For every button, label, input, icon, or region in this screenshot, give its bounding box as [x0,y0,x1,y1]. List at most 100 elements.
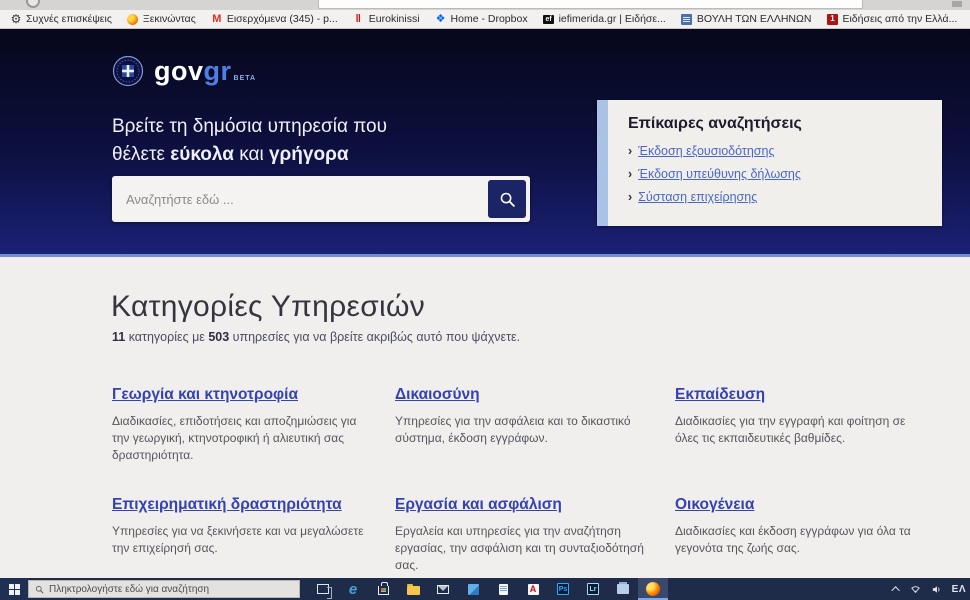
category-desc: Υπηρεσίες για την ασφάλεια και το δικαστ… [395,413,675,447]
photoshop-button[interactable]: Ps [548,578,578,600]
taskbar-search-placeholder: Πληκτρολογήστε εδώ για αναζήτηση [49,584,209,595]
link-company-formation[interactable]: Σύσταση επιχείρησης [638,190,757,204]
hero-search [112,176,530,222]
photos-icon [468,584,479,595]
lightroom-button[interactable]: Lr [578,578,608,600]
link-solemn-declaration[interactable]: Έκδοση υπεύθυνης δήλωσης [638,167,801,181]
chevron-right-icon: › [628,144,632,158]
screen: ⚙ Συχνές επισκέψεις Ξεκινώντας M Εισερχό… [0,0,970,600]
lightroom-icon: Lr [587,583,599,595]
windows-taskbar: Πληκτρολογήστε εδώ για αναζήτηση e A Ps … [0,578,970,600]
gmail-icon: M [211,13,223,25]
mail-button[interactable] [428,578,458,600]
bookmark-label: iefimerida.gr | Ειδήσε... [559,13,666,25]
category-desc: Διαδικασίες για την εγγραφή και φοίτηση … [675,413,942,447]
bookmark-gmail-inbox[interactable]: M Εισερχόμενα (345) - p... [211,13,338,25]
bookmark-iefimerida[interactable]: ef iefimerida.gr | Ειδήσε... [543,13,666,25]
taskbar-search[interactable]: Πληκτρολογήστε εδώ για αναζήτηση [28,580,300,598]
category-education: Εκπαίδευση Διαδικασίες για την εγγραφή κ… [675,386,942,464]
hero-headline: Βρείτε τη δημόσια υπηρεσία που θέλετε εύ… [112,113,387,169]
window-controls-icon[interactable] [952,1,962,7]
bookmark-getting-started[interactable]: Ξεκινώντας [127,13,196,25]
bookmark-dropbox[interactable]: ❖ Home - Dropbox [435,13,528,25]
topical-searches-panel: Επίκαιρες αναζητήσεις › Έκδοση εξουσιοδό… [597,100,942,226]
folder-icon [407,586,420,595]
topical-link-row: › Έκδοση εξουσιοδότησης [628,144,802,158]
link-authorization[interactable]: Έκδοση εξουσιοδότησης [638,144,774,158]
category-desc: Διαδικασίες, επιδοτήσεις και αποζημιώσει… [112,413,395,464]
logo-gov: gov [154,56,204,86]
bookmark-label: Εισερχόμενα (345) - p... [227,13,338,25]
acrobat-button[interactable]: A [518,578,548,600]
edge-icon: e [349,582,357,597]
address-bar[interactable] [318,0,863,9]
volume-icon[interactable] [931,584,942,595]
category-link-business[interactable]: Επιχειρηματική δραστηριότητα [112,496,342,514]
category-agriculture: Γεωργία και κτηνοτροφία Διαδικασίες, επι… [112,386,395,464]
chevron-right-icon: › [628,167,632,181]
search-button[interactable] [488,180,526,218]
photos-button[interactable] [458,578,488,600]
search-input[interactable] [112,176,488,222]
bookmarks-bar: ⚙ Συχνές επισκέψεις Ξεκινώντας M Εισερχό… [0,10,970,29]
bookmark-label: ΒΟΥΛΗ ΤΩΝ ΕΛΛΗΝΩΝ [697,13,812,25]
category-justice: Δικαιοσύνη Υπηρεσίες για την ασφάλεια κα… [395,386,675,464]
search-icon [499,191,516,208]
bridge-button[interactable] [608,578,638,600]
eurokinissi-icon: ‖ [353,13,365,25]
bookmark-label: Eurokinissi [369,13,420,25]
chevron-up-icon[interactable] [891,586,899,594]
bridge-icon [617,584,629,594]
logo-beta-badge: BETA [234,75,257,82]
start-button[interactable] [0,578,28,600]
bookmark-eurokinissi[interactable]: ‖ Eurokinissi [353,13,420,25]
document-app-button[interactable] [488,578,518,600]
bookmark-label: Συχνές επισκέψεις [26,13,112,25]
category-link-work-insurance[interactable]: Εργασία και ασφάλιση [395,496,562,514]
search-icon [35,585,44,594]
edge-button[interactable]: e [338,578,368,600]
windows-logo-icon [9,584,20,595]
parliament-icon [681,13,693,25]
news-red-icon: 1 [826,13,838,25]
language-indicator[interactable]: ΕΛ [952,584,966,595]
bookmark-frequent-visits[interactable]: ⚙ Συχνές επισκέψεις [10,13,112,25]
gear-icon: ⚙ [10,13,22,25]
category-link-agriculture[interactable]: Γεωργία και κτηνοτροφία [112,386,298,404]
category-link-family[interactable]: Οικογένεια [675,496,754,514]
headline-line2: θέλετε εύκολα και γρήγορα [112,141,387,169]
firefox-button[interactable] [638,578,668,600]
bookmark-label: Home - Dropbox [451,13,528,25]
categories-grid: Γεωργία και κτηνοτροφία Διαδικασίες, επι… [112,386,942,574]
network-icon[interactable] [910,584,921,595]
bookmark-parliament[interactable]: ΒΟΥΛΗ ΤΩΝ ΕΛΛΗΝΩΝ [681,13,812,25]
category-desc: Διαδικασίες και έκδοση εγγράφων για όλα … [675,523,942,557]
photoshop-icon: Ps [557,583,569,595]
govgr-logo[interactable]: govgrBETA [112,55,256,87]
bookmark-label: Ειδήσεις από την Ελλά... [842,13,957,25]
page-title: Κατηγορίες Υπηρεσιών [111,290,425,324]
bookmark-news-greece[interactable]: 1 Ειδήσεις από την Ελλά... [826,13,957,25]
category-desc: Υπηρεσίες για να ξεκινήσετε και να μεγαλ… [112,523,395,557]
topical-link-row: › Σύσταση επιχείρησης [628,190,802,204]
file-explorer-button[interactable] [398,578,428,600]
task-view-button[interactable] [308,578,338,600]
category-work-insurance: Εργασία και ασφάλιση Εργαλεία και υπηρεσ… [395,496,675,574]
reload-icon[interactable] [26,0,40,8]
category-family: Οικογένεια Διαδικασίες και έκδοση εγγράφ… [675,496,942,574]
category-link-education[interactable]: Εκπαίδευση [675,386,765,404]
category-business: Επιχειρηματική δραστηριότητα Υπηρεσίες γ… [112,496,395,574]
document-icon [499,584,508,595]
logo-gr: gr [204,56,232,86]
hero-section: govgrBETA Βρείτε τη δημόσια υπηρεσία που… [0,29,970,257]
iefimerida-icon: ef [543,13,555,25]
chevron-right-icon: › [628,190,632,204]
categories-subtitle: 11 κατηγορίες με 503 υπηρεσίες για να βρ… [112,330,520,344]
store-button[interactable] [368,578,398,600]
firefox-icon [127,13,139,25]
firefox-icon [646,582,660,596]
logo-text: govgrBETA [154,56,256,87]
dropbox-icon: ❖ [435,13,447,25]
bookmark-label: Ξεκινώντας [143,13,196,25]
category-link-justice[interactable]: Δικαιοσύνη [395,386,480,404]
